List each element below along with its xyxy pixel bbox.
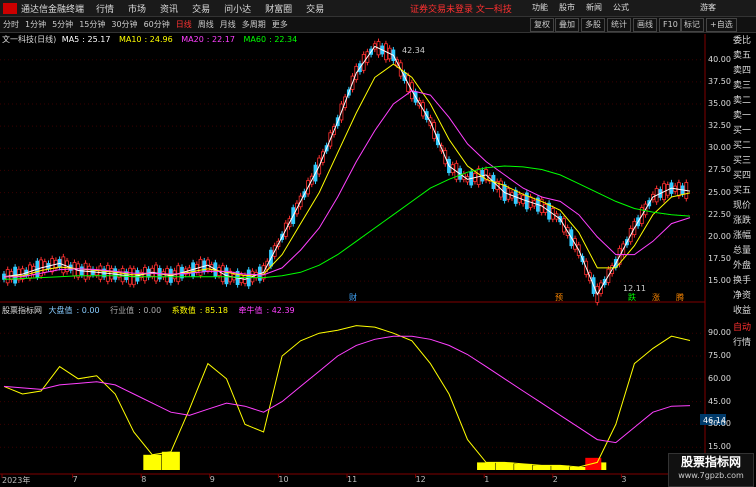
sub-y-tick: 90.00: [708, 328, 731, 338]
panel-quote[interactable]: 行情: [733, 336, 756, 351]
watermark-logo: 股票指标网 www.7gpzb.com: [668, 453, 754, 487]
main-y-tick: 32.50: [708, 121, 731, 131]
quote-panel: 委比 卖五 卖四 卖三 卖二 卖一 买一 买二 买三 买四 买五 现价 涨跌 涨…: [733, 34, 756, 474]
indicator-line-系数值: [3, 325, 691, 468]
panel-sell5[interactable]: 卖五: [733, 49, 756, 64]
x-tick: 9: [209, 475, 215, 484]
x-tick: 12: [415, 475, 426, 484]
panel-netasset[interactable]: 净资: [733, 289, 756, 304]
chart-canvas[interactable]: 42.34 12.11 财 预 跌 涨 腾 46.14: [0, 0, 756, 487]
panel-buy3[interactable]: 买三: [733, 154, 756, 169]
bottom-signal-bar: [532, 465, 551, 470]
panel-buy1[interactable]: 买一: [733, 124, 756, 139]
panel-turnover[interactable]: 换手: [733, 274, 756, 289]
bottom-signal-bar: [477, 462, 496, 470]
panel-volume[interactable]: 总量: [733, 244, 756, 259]
indicator-line-牵牛值: [3, 335, 691, 444]
event-tag-rise[interactable]: 涨: [652, 292, 660, 302]
x-tick: 10: [278, 475, 289, 484]
panel-buy4[interactable]: 买四: [733, 169, 756, 184]
x-tick: 1: [484, 475, 490, 484]
main-y-tick: 17.50: [708, 254, 731, 263]
bottom-signal-bar: [495, 462, 514, 470]
panel-change-pct[interactable]: 涨幅: [733, 229, 756, 244]
event-tag-tengfei[interactable]: 腾: [676, 292, 684, 302]
panel-auto[interactable]: 自动: [733, 321, 756, 336]
sub-y-tick: 15.00: [708, 442, 731, 452]
ma-line-MA5: [3, 45, 691, 296]
main-y-tick: 30.00: [708, 143, 731, 153]
main-y-tick: 15.00: [708, 276, 731, 286]
bottom-signal-bar: [143, 454, 162, 470]
event-tag-forecast[interactable]: 预: [555, 292, 563, 302]
panel-sell2[interactable]: 卖二: [733, 94, 756, 109]
panel-change[interactable]: 涨跌: [733, 214, 756, 229]
main-y-tick: 22.50: [708, 209, 731, 219]
x-tick: 8: [141, 475, 147, 484]
event-tag-finance[interactable]: 财: [349, 292, 357, 302]
x-tick: 11: [347, 475, 358, 484]
main-y-tick: 40.00: [708, 54, 731, 64]
panel-buy5[interactable]: 买五: [733, 184, 756, 199]
panel-sell1[interactable]: 卖一: [733, 109, 756, 124]
main-y-tick: 25.00: [708, 187, 731, 197]
panel-outer[interactable]: 外盘: [733, 259, 756, 274]
high-price-label: 42.34: [402, 46, 425, 55]
panel-sell4[interactable]: 卖四: [733, 64, 756, 79]
panel-earnings[interactable]: 收益: [733, 304, 756, 319]
main-y-tick: 35.00: [708, 99, 731, 108]
bottom-signal-bar: [161, 451, 180, 470]
main-y-tick: 20.00: [708, 231, 731, 241]
x-tick: 3: [621, 475, 627, 484]
panel-buy2[interactable]: 买二: [733, 139, 756, 154]
sub-y-tick: 75.00: [708, 351, 731, 360]
main-y-tick: 27.50: [708, 165, 731, 175]
sub-y-tick: 30.00: [708, 419, 731, 429]
sub-y-tick: 45.00: [708, 396, 731, 406]
panel-weibi[interactable]: 委比: [733, 34, 756, 49]
panel-price[interactable]: 现价: [733, 199, 756, 214]
x-tick: 2023年: [2, 476, 31, 485]
sub-y-tick: 60.00: [708, 373, 731, 383]
panel-sell3[interactable]: 卖三: [733, 79, 756, 94]
main-y-tick: 37.50: [708, 76, 731, 86]
x-tick: 7: [72, 475, 78, 484]
event-tag-fall[interactable]: 跌: [628, 292, 636, 302]
low-price-label: 12.11: [623, 284, 646, 293]
x-tick: 2: [552, 475, 558, 484]
